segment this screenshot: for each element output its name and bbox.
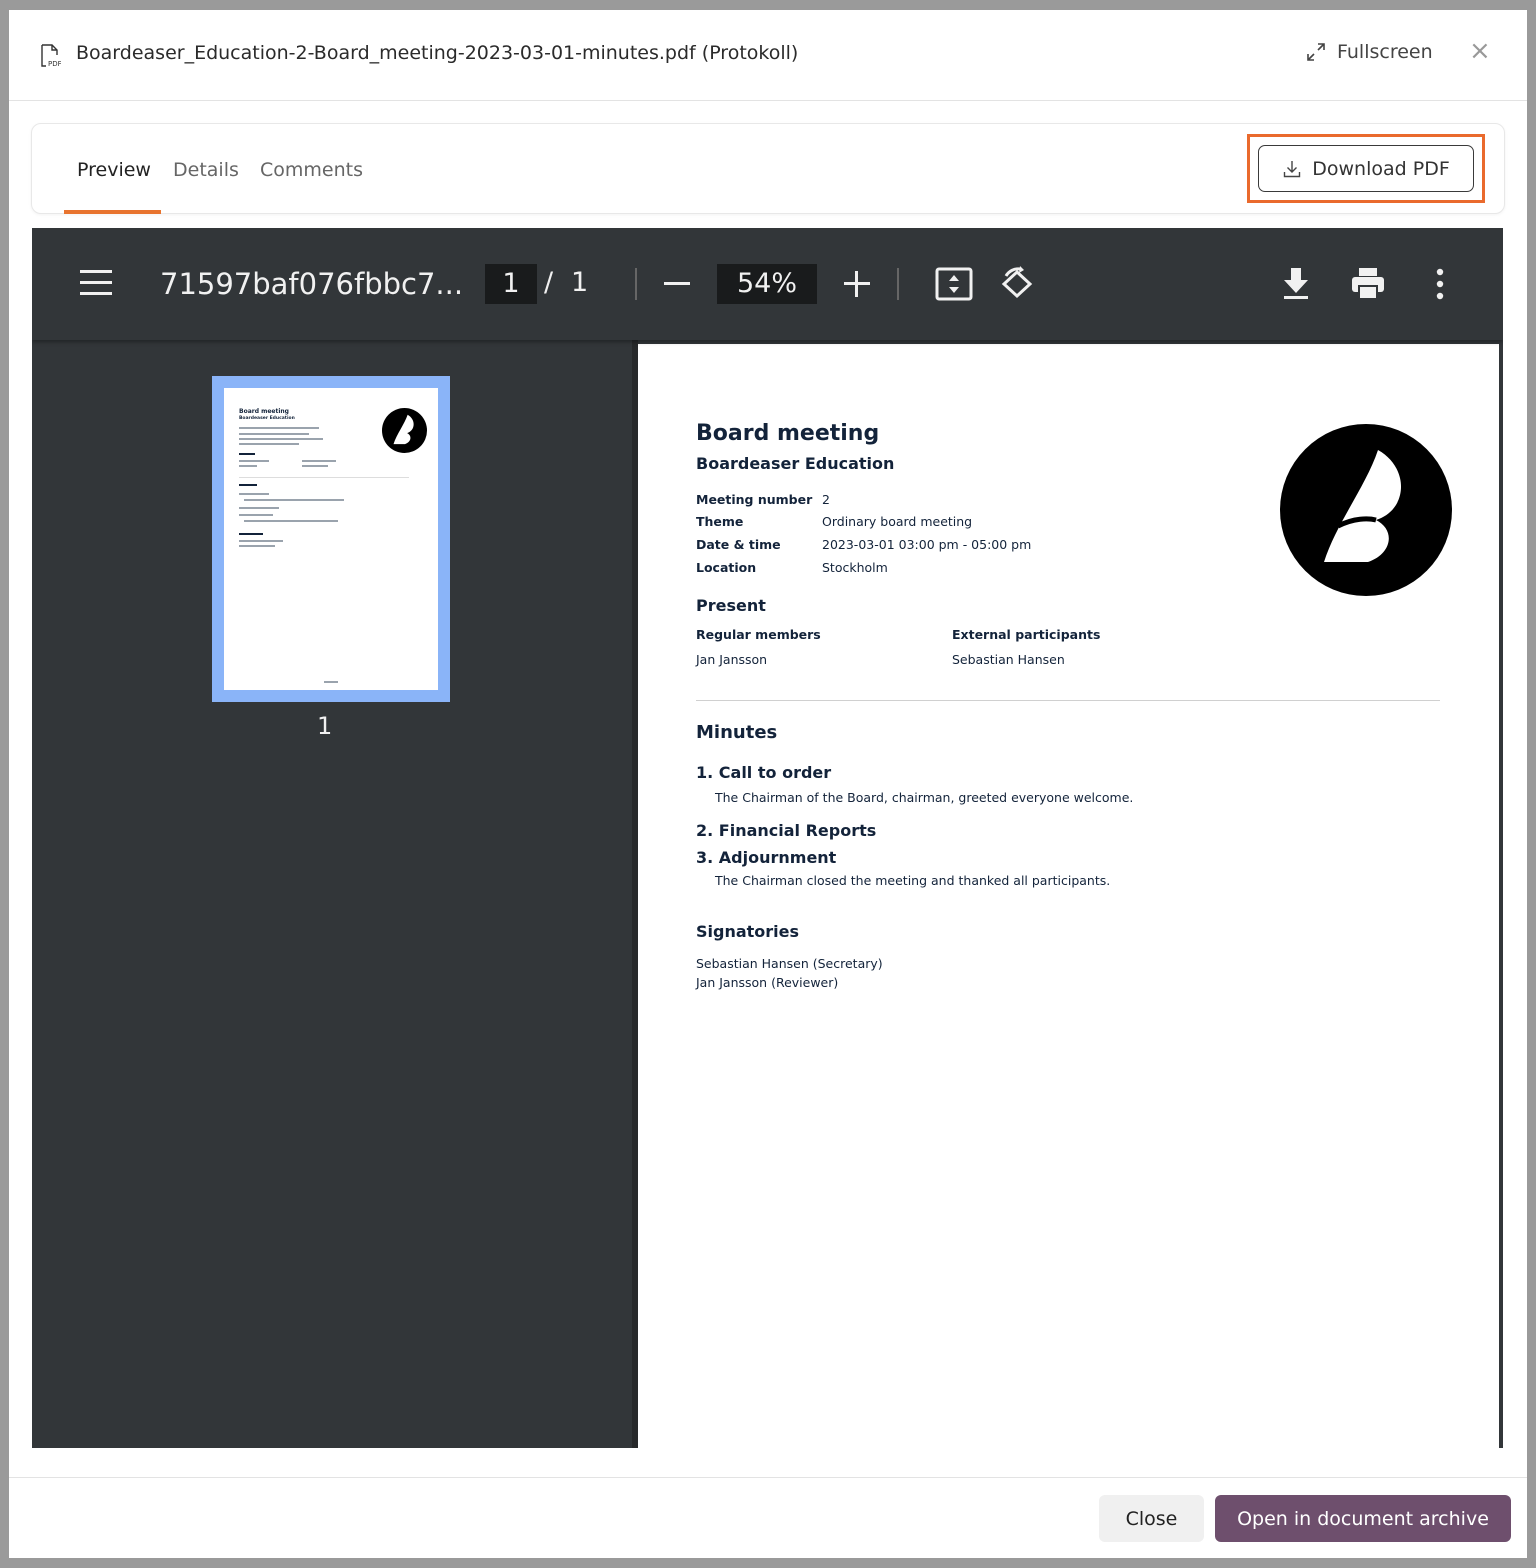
pdf-file-icon: PDF bbox=[41, 44, 61, 68]
fit-page-icon[interactable] bbox=[935, 266, 973, 302]
viewer-doc-name: 71597baf076fbbc7... bbox=[160, 267, 464, 301]
logo-icon bbox=[382, 408, 427, 453]
more-options-icon[interactable] bbox=[1421, 266, 1459, 302]
thumbnail-page: Board meeting Boardeaser Education bbox=[224, 388, 438, 690]
minutes-heading: Minutes bbox=[696, 722, 778, 743]
close-icon[interactable]: × bbox=[1469, 38, 1491, 64]
fullscreen-button[interactable]: Fullscreen bbox=[1305, 41, 1433, 63]
download-pdf-label: Download PDF bbox=[1312, 157, 1450, 180]
rotate-icon[interactable] bbox=[998, 266, 1036, 302]
download-pdf-button[interactable]: Download PDF bbox=[1258, 145, 1474, 192]
tab-details[interactable]: Details bbox=[173, 159, 239, 181]
modal-title: Boardeaser_Education-2-Board_meeting-202… bbox=[76, 42, 799, 64]
document-modal: PDF Boardeaser_Education-2-Board_meeting… bbox=[9, 10, 1527, 1558]
minutes-item-text: The Chairman of the Board, chairman, gre… bbox=[715, 790, 1134, 805]
thumbnail-sidebar: Board meeting Boardeaser Education 1 bbox=[32, 340, 634, 1448]
pdf-page: Board meeting Boardeaser Education Meeti… bbox=[638, 344, 1499, 1448]
signatories-heading: Signatories bbox=[696, 922, 800, 941]
zoom-input[interactable]: 54% bbox=[717, 264, 817, 304]
page-thumbnail[interactable]: Board meeting Boardeaser Education bbox=[212, 376, 450, 702]
download-icon[interactable] bbox=[1277, 266, 1315, 302]
regular-members-heading: Regular members bbox=[696, 627, 821, 642]
open-in-archive-button[interactable]: Open in document archive bbox=[1215, 1495, 1511, 1542]
present-heading: Present bbox=[696, 596, 766, 615]
toolbar-divider bbox=[635, 268, 637, 300]
active-tab-indicator bbox=[64, 210, 161, 214]
logo-icon bbox=[1280, 424, 1452, 596]
external-participants-heading: External participants bbox=[952, 627, 1101, 642]
expand-icon bbox=[1307, 43, 1325, 61]
zoom-out-icon[interactable] bbox=[664, 282, 690, 285]
fullscreen-label: Fullscreen bbox=[1337, 41, 1433, 63]
field-value: 2023-03-01 03:00 pm - 05:00 pm bbox=[822, 537, 1032, 552]
viewer-toolbar: 71597baf076fbbc7... 1 / 1 54% bbox=[32, 228, 1503, 340]
modal-header: PDF Boardeaser_Education-2-Board_meeting… bbox=[9, 10, 1527, 101]
field-value: Stockholm bbox=[822, 560, 888, 575]
signatory: Sebastian Hansen (Secretary) bbox=[696, 956, 883, 971]
tab-preview[interactable]: Preview bbox=[77, 159, 151, 181]
thumbnail-page-number: 1 bbox=[317, 712, 333, 740]
zoom-in-icon[interactable] bbox=[844, 271, 870, 297]
tab-comments[interactable]: Comments bbox=[260, 159, 363, 181]
pdf-title: Board meeting bbox=[696, 421, 880, 446]
print-icon[interactable] bbox=[1349, 266, 1387, 302]
minutes-item-text: The Chairman closed the meeting and than… bbox=[715, 873, 1111, 888]
external-participant: Sebastian Hansen bbox=[952, 652, 1065, 667]
page-number-input[interactable]: 1 bbox=[485, 264, 537, 304]
svg-text:PDF: PDF bbox=[48, 60, 61, 68]
minutes-item-title: 2. Financial Reports bbox=[696, 821, 877, 840]
menu-icon[interactable] bbox=[80, 270, 112, 296]
close-button[interactable]: Close bbox=[1099, 1495, 1204, 1542]
field-label: Theme bbox=[696, 514, 744, 529]
field-value: 2 bbox=[822, 492, 830, 507]
field-label: Date & time bbox=[696, 537, 781, 552]
section-divider bbox=[696, 700, 1440, 701]
page-separator: / bbox=[544, 267, 554, 298]
field-label: Meeting number bbox=[696, 492, 813, 507]
regular-member: Jan Jansson bbox=[696, 652, 768, 667]
signatory: Jan Jansson (Reviewer) bbox=[696, 975, 839, 990]
minutes-item-title: 1. Call to order bbox=[696, 763, 832, 782]
minutes-item-title: 3. Adjournment bbox=[696, 848, 837, 867]
pdf-viewer: 71597baf076fbbc7... 1 / 1 54% Board meet… bbox=[32, 228, 1503, 1448]
field-label: Location bbox=[696, 560, 757, 575]
pdf-organization: Boardeaser Education bbox=[696, 454, 895, 473]
page-total: 1 bbox=[571, 267, 589, 298]
download-icon bbox=[1284, 160, 1301, 177]
tab-bar: Preview Details Comments Download PDF bbox=[31, 123, 1505, 214]
field-value: Ordinary board meeting bbox=[822, 514, 973, 529]
toolbar-divider bbox=[897, 268, 899, 300]
modal-footer: Close Open in document archive bbox=[9, 1477, 1527, 1558]
